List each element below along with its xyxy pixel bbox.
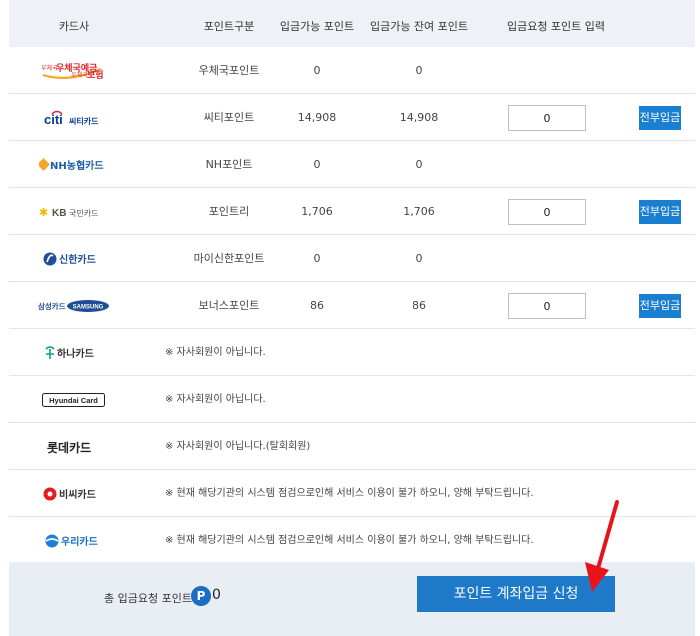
points-table: 카드사 포인트구분 입금가능 포인트 입금가능 잔여 포인트 입금요청 포인트 … xyxy=(9,0,695,564)
hyundai-card-logo: Hyundai Card xyxy=(9,376,139,423)
status-note: ※ 현재 해당기관의 시스템 점검으로인해 서비스 이용이 불가 하오니, 양해… xyxy=(165,535,534,546)
nh-logo: NH농협카드 xyxy=(9,141,139,188)
woori-logo: 우리카드 xyxy=(9,517,139,564)
svg-text:우리카드: 우리카드 xyxy=(61,535,98,548)
table-row: ✱ KB 국민카드 포인트리 1,706 1,706 전부입금 xyxy=(9,188,695,235)
svg-text:하나카드: 하나카드 xyxy=(57,347,94,360)
svg-text:✱: ✱ xyxy=(39,206,48,219)
epost-logo: 우체국 우체국예금 우체국 보험 xyxy=(9,47,139,94)
available-points: 86 xyxy=(310,299,324,312)
svg-text:우체국: 우체국 xyxy=(71,71,88,79)
kb-logo: ✱ KB 국민카드 xyxy=(9,188,139,235)
available-points: 0 xyxy=(313,64,321,77)
svg-text:신한카드: 신한카드 xyxy=(59,253,96,266)
svg-text:씨티카드: 씨티카드 xyxy=(69,116,99,126)
hana-logo: 하나카드 xyxy=(9,329,139,376)
svg-text:보험: 보험 xyxy=(87,69,104,81)
table-row: 삼성카드 SAMSUNG 보너스포인트 86 86 전부입금 xyxy=(9,282,695,329)
remaining-points: 0 xyxy=(415,252,423,265)
svg-text:삼성카드: 삼성카드 xyxy=(38,301,66,311)
citi-logo: citi 씨티카드 xyxy=(9,94,139,141)
request-points-input[interactable] xyxy=(508,293,586,319)
total-request-label: 총 입금요청 포인트 xyxy=(104,592,192,605)
header-card-company: 카드사 xyxy=(58,20,90,33)
status-note: ※ 자사회원이 아닙니다.(탈회회원) xyxy=(165,441,311,452)
table-row: 우체국 우체국예금 우체국 보험 우체국포인트 0 0 xyxy=(9,47,695,94)
table-row: Hyundai Card ※ 자사회원이 아닙니다. xyxy=(9,376,695,423)
remaining-points: 86 xyxy=(412,299,426,312)
svg-text:Hyundai Card: Hyundai Card xyxy=(49,396,98,405)
table-row: 하나카드 ※ 자사회원이 아닙니다. xyxy=(9,329,695,376)
request-points-input[interactable] xyxy=(508,105,586,131)
available-points: 0 xyxy=(313,252,321,265)
status-note: ※ 자사회원이 아닙니다. xyxy=(165,394,266,405)
table-row: 신한카드 마이신한포인트 0 0 xyxy=(9,235,695,282)
remaining-points: 1,706 xyxy=(403,205,435,218)
svg-text:롯데카드: 롯데카드 xyxy=(47,440,91,455)
total-request-value: 0 xyxy=(212,587,221,603)
header-available: 입금가능 포인트 xyxy=(279,20,355,33)
available-points: 0 xyxy=(313,158,321,171)
samsung-logo: 삼성카드 SAMSUNG xyxy=(9,282,139,329)
svg-text:citi: citi xyxy=(44,112,63,127)
point-badge-icon: P xyxy=(191,586,211,606)
header-remaining: 입금가능 잔여 포인트 xyxy=(369,20,469,33)
request-points-input[interactable] xyxy=(508,199,586,225)
available-points: 14,908 xyxy=(297,111,337,124)
table-row: NH농협카드 NH포인트 0 0 xyxy=(9,141,695,188)
svg-text:KB: KB xyxy=(52,208,66,219)
red-arrow-icon xyxy=(585,500,619,592)
remaining-points: 14,908 xyxy=(399,111,439,124)
svg-text:SAMSUNG: SAMSUNG xyxy=(73,304,104,310)
status-note: ※ 자사회원이 아닙니다. xyxy=(165,347,266,358)
svg-text:NH농협카드: NH농협카드 xyxy=(50,159,104,172)
table-row: 롯데카드 ※ 자사회원이 아닙니다.(탈회회원) xyxy=(9,423,695,470)
remaining-points: 0 xyxy=(415,158,423,171)
available-points: 1,706 xyxy=(301,205,333,218)
bc-logo: 비씨카드 xyxy=(9,470,139,517)
shinhan-logo: 신한카드 xyxy=(9,235,139,282)
lotte-logo: 롯데카드 xyxy=(9,423,139,470)
deposit-all-button[interactable]: 전부입금 xyxy=(639,200,681,224)
remaining-points: 0 xyxy=(415,64,423,77)
header-request: 입금요청 포인트 입력 xyxy=(506,20,606,33)
deposit-all-button[interactable]: 전부입금 xyxy=(639,106,681,130)
deposit-all-button[interactable]: 전부입금 xyxy=(639,294,681,318)
table-header: 카드사 포인트구분 입금가능 포인트 입금가능 잔여 포인트 입금요청 포인트 … xyxy=(9,0,695,47)
svg-text:비씨카드: 비씨카드 xyxy=(59,488,96,501)
table-row: citi 씨티카드 씨티포인트 14,908 14,908 전부입금 xyxy=(9,94,695,141)
status-note: ※ 현재 해당기관의 시스템 점검으로인해 서비스 이용이 불가 하오니, 양해… xyxy=(165,488,534,499)
svg-text:국민카드: 국민카드 xyxy=(69,208,98,218)
